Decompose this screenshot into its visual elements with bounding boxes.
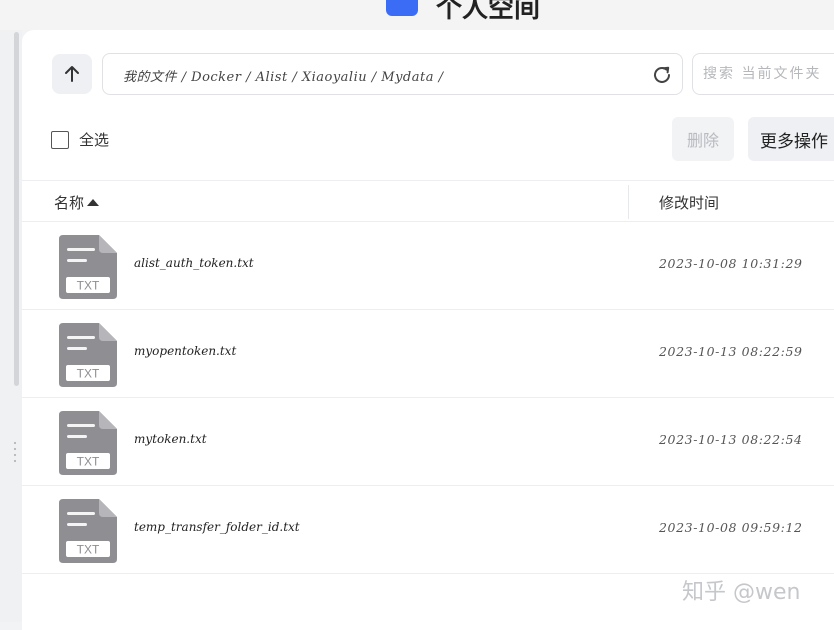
column-name-header[interactable]: 名称 [54, 192, 100, 213]
table-row[interactable]: TXT alist_auth_token.txt 2023-10-08 10:3… [22, 222, 834, 310]
column-divider[interactable] [628, 185, 629, 219]
top-bar: 个人空间 [0, 0, 834, 30]
select-all-checkbox[interactable] [51, 130, 69, 149]
column-modified-header[interactable]: 修改时间 [659, 192, 719, 213]
file-modified-date: 2023-10-13 08:22:54 [659, 432, 803, 447]
refresh-icon[interactable] [650, 63, 674, 87]
table-header: 名称 修改时间 [22, 180, 834, 222]
txt-file-icon: TXT [59, 235, 117, 299]
file-name[interactable]: mytoken.txt [134, 432, 207, 446]
breadcrumb-path[interactable]: 我的文件 / Docker / Alist / Xiaoyaliu / Myda… [123, 66, 443, 85]
table-row[interactable]: TXT myopentoken.txt 2023-10-13 08:22:59 [22, 310, 834, 398]
watermark: 知乎 @wen [682, 580, 801, 605]
resize-handle-icon[interactable] [13, 440, 17, 464]
file-modified-date: 2023-10-13 08:22:59 [659, 344, 803, 359]
file-name[interactable]: temp_transfer_folder_id.txt [134, 520, 300, 534]
file-type-label: TXT [77, 279, 100, 293]
file-modified-date: 2023-10-08 09:59:12 [659, 520, 803, 535]
sidebar-scrollbar[interactable] [14, 32, 19, 386]
delete-button[interactable]: 删除 [672, 117, 734, 161]
txt-file-icon: TXT [59, 499, 117, 563]
file-modified-date: 2023-10-08 10:31:29 [659, 256, 803, 271]
file-type-label: TXT [77, 543, 100, 557]
file-type-label: TXT [77, 455, 100, 469]
txt-file-icon: TXT [59, 411, 117, 475]
go-up-button[interactable] [52, 54, 92, 94]
app-logo [386, 0, 418, 16]
sort-ascending-icon[interactable] [87, 199, 100, 206]
file-name[interactable]: alist_auth_token.txt [134, 256, 254, 270]
arrow-up-icon [65, 66, 79, 82]
more-actions-button[interactable]: 更多操作 [748, 117, 834, 161]
search-input[interactable] [703, 62, 834, 86]
breadcrumb[interactable]: 我的文件 / Docker / Alist / Xiaoyaliu / Myda… [102, 53, 683, 95]
table-row[interactable]: TXT mytoken.txt 2023-10-13 08:22:54 [22, 398, 834, 486]
txt-file-icon: TXT [59, 323, 117, 387]
search-box[interactable] [692, 53, 834, 95]
file-name[interactable]: myopentoken.txt [134, 344, 236, 358]
page-title: 个人空间 [436, 0, 541, 24]
file-type-label: TXT [77, 367, 100, 381]
table-row[interactable]: TXT temp_transfer_folder_id.txt 2023-10-… [22, 486, 834, 574]
column-name-label[interactable]: 名称 [54, 192, 84, 213]
select-all-label[interactable]: 全选 [79, 129, 109, 150]
select-all[interactable]: 全选 [51, 129, 109, 150]
